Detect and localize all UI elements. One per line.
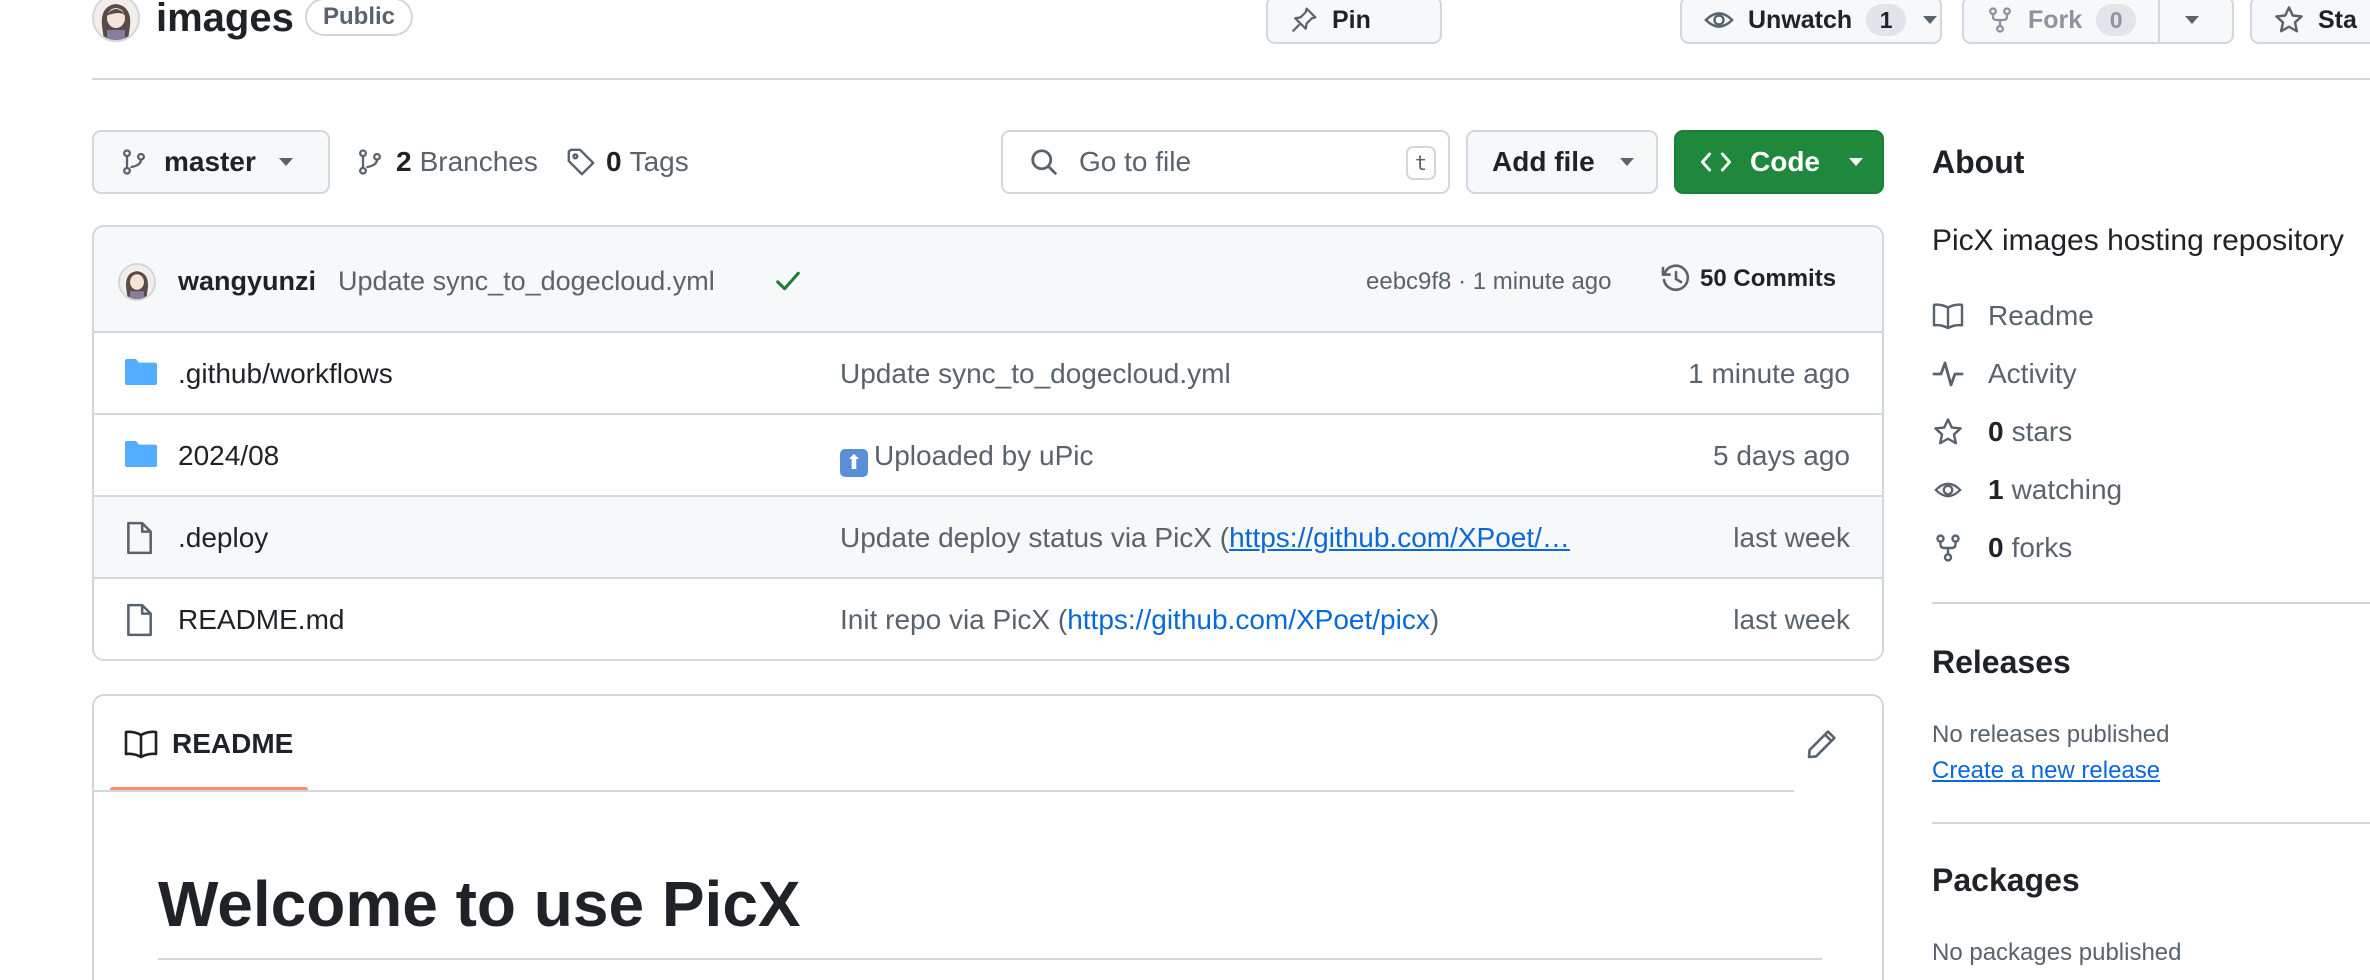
file-row[interactable]: 2024/08 ⬆ Uploaded by uPic 5 days ago — [94, 415, 1882, 497]
pin-label: Pin — [1332, 5, 1371, 34]
readme-tab-label: README — [172, 728, 294, 759]
visibility-badge: Public — [305, 0, 414, 36]
repo-description: PicX images hosting repository — [1932, 224, 2344, 257]
file-name[interactable]: .github/workflows — [178, 357, 393, 391]
add-file-label: Add file — [1492, 146, 1595, 177]
create-release-link[interactable]: Create a new release — [1932, 756, 2160, 786]
file-icon — [124, 603, 154, 637]
branch-select[interactable]: master — [92, 130, 330, 194]
forks-count: 0 — [1988, 532, 2004, 563]
packages-empty-text: No packages published — [1932, 939, 2182, 966]
keyboard-shortcut: t — [1406, 146, 1436, 180]
tags-count: 0 — [606, 146, 622, 177]
commits-link[interactable]: 50 Commits — [1660, 263, 1836, 295]
commit-message-link[interactable]: https://github.com/XPoet/… — [1229, 522, 1570, 553]
caret-down-icon — [1619, 157, 1635, 167]
file-commit-time: 5 days ago — [1713, 440, 1850, 471]
pin-button[interactable]: Pin — [1266, 0, 1442, 44]
star-icon — [1932, 417, 1988, 447]
branches-label: Branches — [419, 146, 538, 177]
up-arrow-emoji-icon: ⬆ — [840, 449, 868, 477]
divider — [1932, 822, 2370, 824]
eye-icon — [1932, 476, 1988, 504]
caret-down-icon — [1848, 157, 1864, 167]
branch-icon — [120, 148, 148, 176]
branch-icon — [356, 148, 384, 176]
file-commit-message[interactable]: Update sync_to_dogecloud.yml — [840, 357, 1600, 391]
commit-author[interactable]: wangyunzi — [178, 264, 316, 298]
fork-icon — [1932, 533, 1988, 563]
commits-count-label: 50 Commits — [1700, 265, 1837, 292]
file-row[interactable]: README.md Init repo via PicX (https://gi… — [94, 579, 1882, 659]
repo-name[interactable]: images — [156, 0, 294, 42]
pulse-icon — [1932, 360, 1988, 388]
divider — [158, 958, 1822, 960]
commit-message[interactable]: Update sync_to_dogecloud.yml — [338, 264, 715, 298]
history-icon — [1660, 263, 1700, 295]
file-commit-time: 1 minute ago — [1688, 358, 1850, 389]
unwatch-label: Unwatch — [1748, 5, 1853, 34]
book-icon — [1932, 302, 1988, 330]
eye-icon — [1704, 5, 1734, 35]
readme-link[interactable]: Readme — [1932, 300, 2094, 332]
file-row[interactable]: .github/workflows Update sync_to_dogeclo… — [94, 333, 1882, 415]
commit-message-link[interactable]: https://github.com/XPoet/picx — [1067, 604, 1430, 635]
check-icon[interactable] — [774, 269, 802, 293]
branches-count: 2 — [396, 146, 412, 177]
branch-name: master — [164, 146, 256, 177]
watching-count: 1 — [1988, 474, 2004, 505]
file-list: wangyunzi Update sync_to_dogecloud.yml e… — [92, 225, 1884, 661]
file-name[interactable]: README.md — [178, 603, 344, 637]
activity-link[interactable]: Activity — [1932, 358, 2077, 390]
branches-link[interactable]: 2 Branches — [356, 130, 538, 194]
file-commit-message[interactable]: Update deploy status via PicX (https://g… — [840, 521, 1600, 555]
code-icon — [1700, 149, 1732, 175]
pencil-icon[interactable] — [1806, 728, 1838, 760]
readme-heading: Welcome to use PicX — [158, 868, 801, 940]
code-label: Code — [1750, 146, 1820, 177]
divider — [94, 790, 1794, 792]
readme-tabs: README — [94, 696, 1882, 792]
divider — [1932, 602, 2370, 604]
tag-icon — [566, 147, 596, 177]
author-avatar[interactable] — [118, 263, 156, 301]
file-icon — [124, 521, 154, 555]
search-icon — [1029, 147, 1059, 177]
watch-count: 1 — [1866, 4, 1907, 36]
forks-link[interactable]: 0 forks — [1932, 532, 2072, 564]
latest-commit-bar: wangyunzi Update sync_to_dogecloud.yml e… — [94, 227, 1882, 333]
sidebar: About PicX images hosting repository Rea… — [1932, 0, 2370, 980]
folder-icon — [124, 439, 158, 469]
readme-panel: README Welcome to use PicX — [92, 694, 1884, 980]
folder-icon — [124, 357, 158, 387]
releases-heading[interactable]: Releases — [1932, 642, 2071, 682]
file-commit-message[interactable]: ⬆ Uploaded by uPic — [840, 439, 1600, 477]
file-name[interactable]: .deploy — [178, 521, 268, 555]
releases-empty-text: No releases published — [1932, 721, 2170, 748]
owner-avatar[interactable] — [92, 0, 140, 42]
stars-link[interactable]: 0 stars — [1932, 416, 2072, 448]
file-commit-message[interactable]: Init repo via PicX (https://github.com/X… — [840, 603, 1600, 637]
file-row[interactable]: .deploy Update deploy status via PicX (h… — [94, 497, 1882, 579]
search-placeholder: Go to file — [1079, 146, 1192, 177]
caret-down-icon — [278, 157, 294, 167]
watching-link[interactable]: 1 watching — [1932, 474, 2122, 506]
go-to-file-input[interactable]: Go to file t — [1001, 130, 1450, 194]
book-icon — [124, 729, 172, 759]
code-button[interactable]: Code — [1674, 130, 1884, 194]
packages-heading[interactable]: Packages — [1932, 860, 2080, 900]
pin-icon — [1290, 6, 1318, 34]
file-commit-time: last week — [1733, 604, 1850, 635]
about-heading: About — [1932, 144, 2025, 180]
commit-hash-time[interactable]: eebc9f8 · 1 minute ago — [1366, 267, 1612, 297]
file-commit-time: last week — [1733, 522, 1850, 553]
unwatch-button[interactable]: Unwatch 1 — [1680, 0, 1942, 44]
add-file-button[interactable]: Add file — [1466, 130, 1658, 194]
readme-tab[interactable]: README — [124, 728, 293, 760]
tags-label: Tags — [629, 146, 689, 177]
file-name[interactable]: 2024/08 — [178, 439, 279, 473]
tags-link[interactable]: 0 Tags — [566, 130, 689, 194]
stars-count: 0 — [1988, 416, 2004, 447]
